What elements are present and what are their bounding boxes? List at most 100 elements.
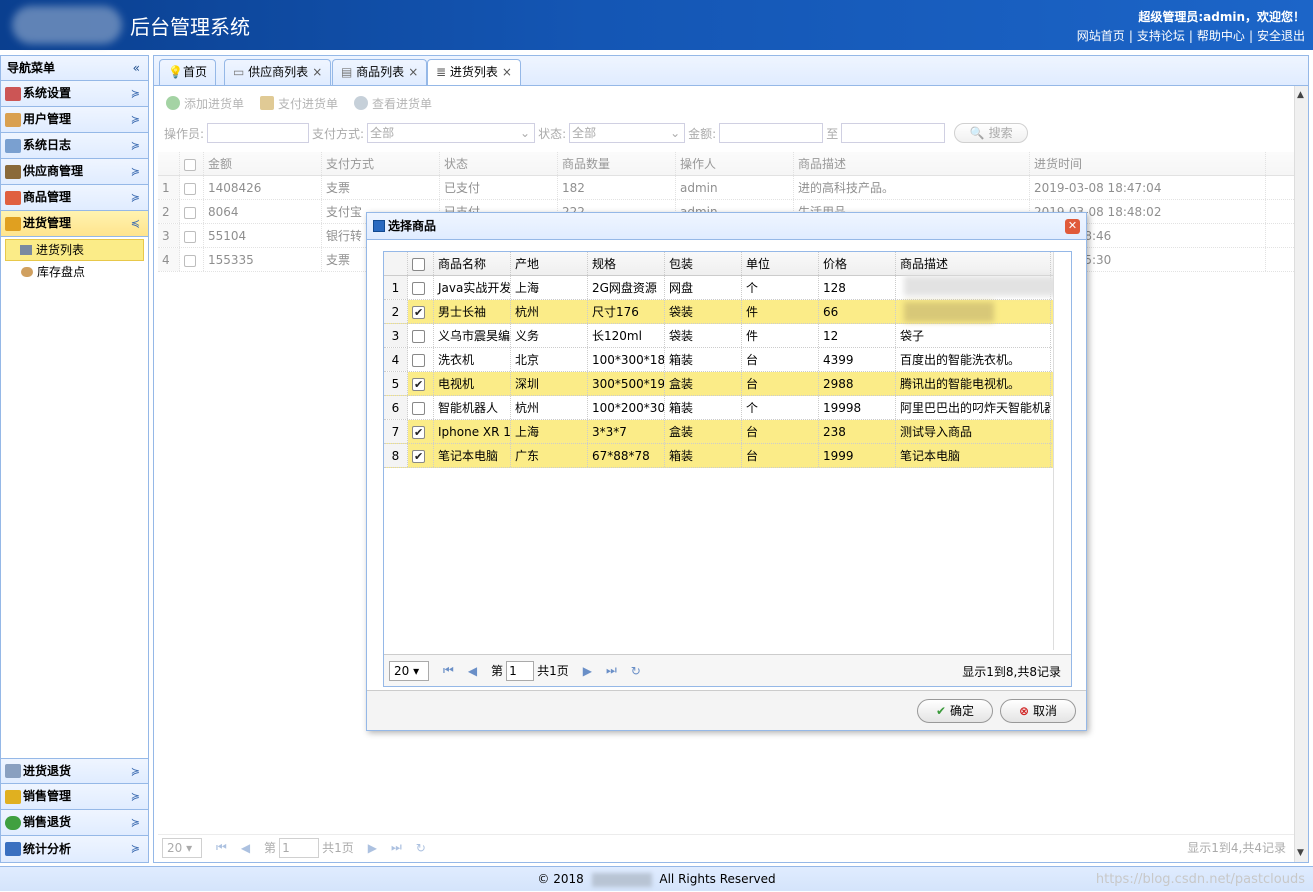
page-input[interactable]: 1 (279, 837, 320, 858)
table-row[interactable]: 1 1408426 支票 已支付 182 admin 进的高科技产品。 2019-03-08 … (158, 176, 1294, 200)
table-cell: 66 (819, 300, 896, 323)
dialog-title: 选择商品 (388, 218, 437, 233)
first-page-icon[interactable]: ⏮ (216, 840, 227, 855)
select-all-checkbox[interactable] (184, 158, 196, 171)
chevron-down-icon: ⌄ (520, 126, 531, 140)
dialog-scrollbar[interactable] (1053, 252, 1071, 650)
row-checkbox[interactable] (184, 254, 196, 267)
table-cell: 义乌市震昊编织 (434, 324, 511, 347)
goods-row[interactable]: 3 义乌市震昊编织义务长120ml袋装件12袋子 (384, 324, 1054, 348)
sidebar-item-sales-management[interactable]: 销售管理 ≽ (1, 784, 148, 810)
close-icon[interactable]: × (408, 65, 418, 79)
pay-purchase-button[interactable]: 支付进货单 (260, 95, 338, 112)
row-checkbox[interactable] (412, 421, 425, 443)
eye-icon (354, 96, 369, 110)
table-cell: 尺寸176 (588, 300, 665, 323)
sidebar-item-goods-management[interactable]: 商品管理 ≽ (1, 185, 148, 211)
first-page-icon[interactable]: ⏮ (443, 663, 454, 678)
table-cell: 台 (742, 444, 819, 467)
collapse-icon[interactable]: « (133, 56, 140, 81)
row-checkbox[interactable] (184, 182, 196, 195)
tab-purchase-list[interactable]: ≣ 进货列表 × (427, 59, 521, 86)
next-page-icon[interactable]: ▶ (368, 841, 377, 855)
search-button[interactable]: 🔍 搜索 (954, 123, 1029, 143)
row-checkbox[interactable] (412, 373, 425, 395)
select-all-checkbox[interactable] (412, 258, 425, 271)
sidebar-item-statistics[interactable]: 统计分析 ≽ (1, 836, 148, 862)
page-input[interactable]: 1 (506, 660, 535, 681)
search-icon: 🔍 (969, 126, 985, 140)
goods-row[interactable]: 5 电视机深圳300*500*198盒装台2988腾讯出的智能电视机。 (384, 372, 1054, 396)
page-size-select[interactable]: 20 ▾ (162, 837, 202, 858)
refresh-icon[interactable]: ↻ (631, 664, 641, 678)
main-scrollbar[interactable]: ▲ ▼ (1294, 86, 1308, 862)
table-cell: 杭州 (511, 396, 588, 419)
supplier-icon (5, 164, 21, 179)
table-cell: 电视机 (434, 372, 511, 395)
tab-goods-list[interactable]: ▤ 商品列表 × (332, 59, 428, 85)
last-page-icon[interactable]: ⏭ (391, 840, 402, 855)
row-checkbox[interactable] (412, 402, 425, 415)
cancel-button[interactable]: ⊗ 取消 (1000, 699, 1076, 723)
link-site-home[interactable]: 网站首页 (1077, 29, 1125, 43)
sidebar-item-purchase-return[interactable]: 进货退货 ≽ (1, 758, 148, 784)
inventory-icon (21, 267, 33, 277)
last-page-icon[interactable]: ⏭ (606, 663, 617, 678)
next-page-icon[interactable]: ▶ (583, 664, 592, 678)
link-logout[interactable]: 安全退出 (1257, 29, 1305, 43)
table-cell: 已支付 (440, 176, 558, 199)
row-checkbox-cell (180, 248, 204, 271)
tab-supplier-list[interactable]: ▭ 供应商列表 × (224, 59, 332, 85)
goods-row[interactable]: 8笔记本电脑广东67*88*78箱装台1999笔记本电脑 (384, 444, 1054, 468)
bulb-icon: 💡 (168, 65, 183, 79)
amount-max-input[interactable] (841, 123, 946, 143)
row-checkbox[interactable] (412, 445, 425, 467)
link-forum[interactable]: 支持论坛 (1137, 29, 1185, 43)
link-help[interactable]: 帮助中心 (1197, 29, 1245, 43)
table-cell: Java实战开发经 (434, 276, 511, 299)
sidebar-item-supplier-management[interactable]: 供应商管理 ≽ (1, 159, 148, 185)
view-purchase-button[interactable]: 查看进货单 (354, 95, 432, 112)
close-icon[interactable]: × (502, 65, 512, 79)
row-number: 8 (384, 444, 408, 467)
sidebar-item-purchase-management[interactable]: 进货管理 ≼ (1, 211, 148, 237)
row-checkbox[interactable] (412, 301, 425, 323)
tab-home[interactable]: 💡首页 (159, 59, 216, 85)
sidebar-item-sales-return[interactable]: 销售退货 ≽ (1, 810, 148, 836)
row-checkbox-cell (408, 372, 434, 395)
sidebar-item-system-log[interactable]: 系统日志 ≽ (1, 133, 148, 159)
operator-input[interactable] (207, 123, 310, 143)
close-icon[interactable]: × (312, 65, 322, 79)
table-cell: 300*500*198 (588, 372, 665, 395)
goods-row[interactable]: 4 洗衣机 北京 100*300*189 箱装台 4399 百度出的智能洗衣机。 (384, 348, 1054, 372)
close-icon[interactable]: ✕ (1065, 219, 1080, 234)
sidebar-title: 导航菜单 (7, 61, 56, 75)
sidebar-item-system-settings[interactable]: 系统设置 ≽ (1, 81, 148, 107)
goods-row[interactable]: 6 智能机器人 杭州 100*200*300 箱装个 19998 阿里巴巴出的叼炸天智能机器 (384, 396, 1054, 420)
row-checkbox[interactable] (184, 206, 196, 219)
row-checkbox-cell (408, 324, 434, 347)
row-number: 4 (384, 348, 408, 371)
status-select[interactable]: 全部 ⌄ (569, 123, 686, 143)
sidebar-subitem-purchase-list[interactable]: 进货列表 (5, 239, 144, 261)
dialog-header: 选择商品 (367, 213, 1086, 240)
row-checkbox[interactable] (412, 282, 425, 295)
pay-method-select[interactable]: 全部 ⌄ (367, 123, 536, 143)
confirm-button[interactable]: ✔ 确定 (917, 699, 993, 723)
goods-row[interactable]: 7 Iphone XR 12上海3*3*7盒装台238测试导入商品 (384, 420, 1054, 444)
prev-page-icon[interactable]: ◀ (241, 841, 250, 855)
table-cell: 55104 (204, 224, 322, 247)
row-checkbox[interactable] (412, 354, 425, 367)
sidebar-item-user-management[interactable]: 用户管理 ≽ (1, 107, 148, 133)
row-checkbox[interactable] (412, 330, 425, 343)
page-size-select[interactable]: 20 ▾ (389, 660, 429, 681)
amount-min-input[interactable] (719, 123, 824, 143)
row-checkbox-cell (180, 200, 204, 223)
row-checkbox[interactable] (184, 230, 196, 243)
add-purchase-button[interactable]: 添加进货单 (166, 95, 244, 112)
sidebar-subitem-inventory-check[interactable]: 库存盘点 (1, 261, 148, 283)
table-cell: 8064 (204, 200, 322, 223)
prev-page-icon[interactable]: ◀ (468, 664, 477, 678)
table-cell: 上海 (511, 420, 588, 443)
refresh-icon[interactable]: ↻ (416, 841, 426, 855)
